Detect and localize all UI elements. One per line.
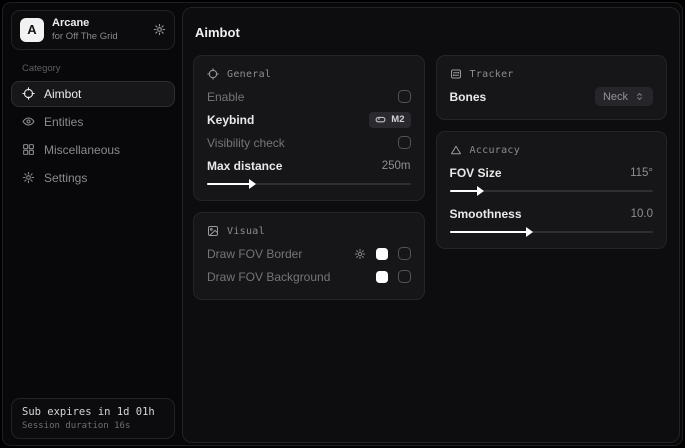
slider-thumb[interactable] — [477, 186, 484, 196]
visibility-check-row: Visibility check — [207, 131, 411, 154]
sidebar-item-label: Settings — [44, 171, 87, 185]
sidebar-item-settings[interactable]: Settings — [11, 165, 175, 191]
left-column: General Enable Keybind — [193, 55, 425, 300]
bones-select[interactable]: Neck — [595, 87, 653, 106]
draw-fov-border-controls — [354, 247, 411, 260]
sub-expires-text: Sub expires in 1d 01h — [22, 406, 164, 418]
draw-fov-background-controls — [376, 270, 411, 283]
app-logo: A — [20, 18, 44, 42]
bones-selected-value: Neck — [603, 91, 628, 103]
color-swatch[interactable] — [376, 248, 388, 260]
scan-lines-icon — [450, 68, 462, 80]
bones-row: Bones Neck — [450, 85, 654, 108]
fov-size-row: FOV Size 115° — [450, 161, 654, 184]
enable-label: Enable — [207, 90, 244, 104]
right-column: Tracker Bones Neck — [436, 55, 668, 249]
triangle-icon — [450, 144, 462, 156]
subscription-card: Sub expires in 1d 01h Session duration 1… — [11, 398, 175, 439]
page-title: Aimbot — [195, 25, 667, 40]
smoothness-label: Smoothness — [450, 207, 522, 221]
smoothness-value: 10.0 — [631, 208, 653, 220]
crosshair-icon — [207, 68, 219, 80]
card-title: Accuracy — [470, 145, 521, 156]
color-swatch[interactable] — [376, 271, 388, 283]
brand-card: A Arcane for Off The Grid — [11, 10, 175, 50]
visual-card-header: Visual — [207, 225, 411, 237]
slider-fill — [450, 190, 478, 192]
slider-thumb[interactable] — [249, 179, 256, 189]
enable-checkbox[interactable] — [398, 90, 411, 103]
sidebar-item-miscellaneous[interactable]: Miscellaneous — [11, 137, 175, 163]
draw-fov-border-checkbox[interactable] — [398, 247, 411, 260]
tracker-card-header: Tracker — [450, 68, 654, 80]
bones-label: Bones — [450, 90, 487, 104]
card-title: General — [227, 69, 271, 80]
max-distance-value: 250m — [382, 160, 411, 172]
grid-icon — [22, 143, 35, 156]
general-card-header: General — [207, 68, 411, 80]
general-card: General Enable Keybind — [193, 55, 425, 201]
accuracy-card-header: Accuracy — [450, 144, 654, 156]
category-label: Category — [22, 63, 175, 74]
draw-fov-background-checkbox[interactable] — [398, 270, 411, 283]
card-title: Visual — [227, 226, 265, 237]
keybind-row: Keybind M2 — [207, 108, 411, 131]
chevrons-up-down-icon — [634, 91, 645, 102]
crosshair-icon — [22, 87, 35, 100]
main-panel: Aimbot General Enable — [182, 7, 680, 443]
sidebar: A Arcane for Off The Grid Category Aimbo… — [3, 3, 183, 445]
keybind-value: M2 — [391, 114, 404, 125]
keybind-label: Keybind — [207, 113, 254, 127]
sidebar-item-label: Miscellaneous — [44, 143, 120, 157]
card-columns: General Enable Keybind — [193, 55, 667, 300]
fov-size-slider[interactable] — [450, 185, 654, 196]
visual-card: Visual Draw FOV Border — [193, 212, 425, 300]
image-icon — [207, 225, 219, 237]
draw-fov-background-label: Draw FOV Background — [207, 270, 330, 284]
card-title: Tracker — [470, 69, 514, 80]
sidebar-item-aimbot[interactable]: Aimbot — [11, 81, 175, 107]
draw-fov-border-row: Draw FOV Border — [207, 242, 411, 265]
app-subtitle: for Off The Grid — [52, 31, 118, 43]
sidebar-item-entities[interactable]: Entities — [11, 109, 175, 135]
enable-row: Enable — [207, 85, 411, 108]
fov-size-label: FOV Size — [450, 166, 502, 180]
session-duration-text: Session duration 16s — [22, 421, 164, 431]
gear-icon[interactable] — [354, 248, 366, 260]
visibility-check-checkbox[interactable] — [398, 136, 411, 149]
sidebar-item-label: Aimbot — [44, 87, 81, 101]
app-name: Arcane — [52, 17, 118, 31]
accuracy-card: Accuracy FOV Size 115° Smoothness — [436, 131, 668, 249]
slider-fill — [207, 183, 250, 185]
smoothness-row: Smoothness 10.0 — [450, 202, 654, 225]
slider-fill — [450, 231, 527, 233]
slider-thumb[interactable] — [526, 227, 533, 237]
tracker-card: Tracker Bones Neck — [436, 55, 668, 120]
max-distance-label: Max distance — [207, 159, 282, 173]
fov-size-value: 115° — [630, 167, 653, 179]
max-distance-slider[interactable] — [207, 178, 411, 189]
draw-fov-background-row: Draw FOV Background — [207, 265, 411, 288]
draw-fov-border-label: Draw FOV Border — [207, 247, 302, 261]
smoothness-slider[interactable] — [450, 226, 654, 237]
app-window: A Arcane for Off The Grid Category Aimbo… — [2, 2, 683, 446]
keybind-button[interactable]: M2 — [369, 112, 410, 128]
gear-icon[interactable] — [153, 23, 166, 36]
mouse-icon — [375, 114, 386, 125]
eye-icon — [22, 115, 35, 128]
max-distance-row: Max distance 250m — [207, 154, 411, 177]
visibility-check-label: Visibility check — [207, 136, 285, 150]
sidebar-item-label: Entities — [44, 115, 83, 129]
settings-gear-icon — [22, 171, 35, 184]
brand-text: Arcane for Off The Grid — [52, 17, 118, 43]
